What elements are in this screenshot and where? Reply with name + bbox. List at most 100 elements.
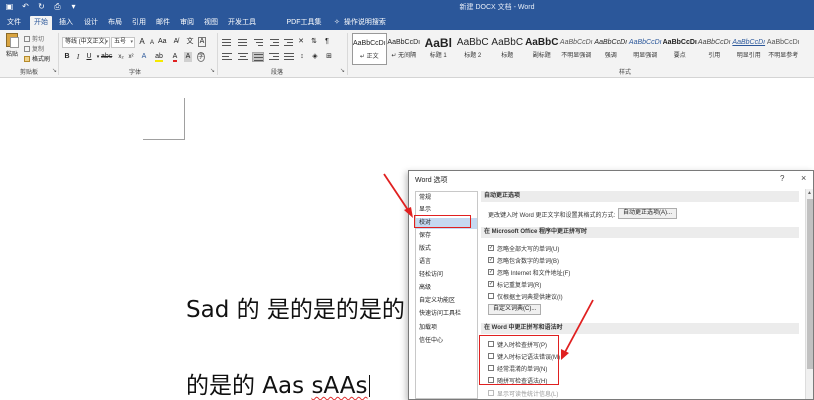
style-item[interactable]: AaBl 标题 1 [421,33,456,65]
nav-accessibility[interactable]: 轻松访问 [416,270,477,281]
help-button[interactable]: ? [780,174,784,183]
multilevel-list-icon[interactable] [253,37,265,47]
borders-icon[interactable]: ⊞ [325,52,333,62]
paste-button[interactable]: 粘贴 [4,33,20,63]
nav-save[interactable]: 保存 [416,231,477,242]
tab-developer[interactable]: 开发工具 [226,16,258,30]
line-spacing-icon[interactable]: ↕ [298,52,306,62]
asian-layout-icon[interactable]: ✕ [297,37,305,47]
underline-button[interactable]: U [85,52,93,62]
decrease-indent-icon[interactable] [269,37,281,47]
enclose-char-icon[interactable]: 字 [197,52,206,62]
align-center-icon[interactable] [237,52,249,62]
tab-layout[interactable]: 布局 [104,16,126,30]
tab-review[interactable]: 审阅 [176,16,198,30]
style-item[interactable]: AaBbCcDı 明显强调 [628,33,663,65]
bullets-icon[interactable] [221,37,233,47]
align-right-icon[interactable] [268,52,280,62]
tab-view[interactable]: 视图 [200,16,222,30]
shrink-font-button[interactable]: A [148,38,156,48]
show-marks-icon[interactable]: ¶ [323,37,331,47]
text-effects-icon[interactable]: A [140,52,148,62]
nav-advanced[interactable]: 高级 [416,283,477,294]
grow-font-button[interactable]: A [138,37,146,47]
style-item[interactable]: AaBbCcDı 不明显强调 [559,33,594,65]
justify-icon[interactable] [252,52,264,62]
checkbox-label: 仅根据主词典提供建议(I) [497,294,563,301]
style-preview: AaBbC [491,37,524,48]
bold-button[interactable]: B [63,52,71,62]
char-border-icon[interactable]: A [198,37,206,47]
lightbulb-icon: ✧ [334,19,340,26]
style-item[interactable]: AaBbC 副标题 [525,33,560,65]
tab-pdf-tools[interactable]: PDF工具集 [286,16,322,30]
tab-mailings[interactable]: 邮件 [152,16,174,30]
custom-dictionaries-button[interactable]: 自定义词典(C)... [488,304,542,315]
style-item[interactable]: AaBbCcDı 引用 [697,33,732,65]
strikethrough-icon[interactable]: abc [101,52,112,62]
superscript-icon[interactable]: x² [127,52,135,62]
ignore-internet-checkbox[interactable]: ✓ 忽略 Internet 和文件地址(F) [488,268,570,277]
phonetic-guide-icon[interactable]: 文 [186,37,194,47]
nav-typography[interactable]: 版式 [416,244,477,255]
style-item[interactable]: AaBbCcDı ↵ 无间隔 [387,33,422,65]
nav-customize-ribbon[interactable]: 自定义功能区 [416,296,477,307]
copy-button[interactable]: 复制 [24,44,44,53]
document-line-1[interactable]: Sad 的 是的是的是的 [186,290,405,324]
font-name-select[interactable]: 等线 (中文正文) ▾ [62,37,110,48]
style-item[interactable]: AaBbCcDı ↵ 正文 [352,33,387,65]
word-section-title: 在 Word 中更正拼写和语法时 [481,323,799,334]
style-preview: AaBbCcDı [697,39,731,46]
nav-language[interactable]: 语言 [416,257,477,268]
tab-home[interactable]: 开始 [30,16,52,30]
flag-repeated-checkbox[interactable]: ✓ 标记重复单词(R) [488,280,541,289]
main-dict-only-checkbox[interactable]: 仅根据主词典提供建议(I) [488,292,563,301]
italic-button[interactable]: I [74,52,82,62]
subscript-icon[interactable]: x₂ [117,52,125,62]
nav-trust-center[interactable]: 信任中心 [416,336,477,347]
group-divider [58,33,59,75]
style-item[interactable]: AaBbC 标题 [490,33,525,65]
style-item[interactable]: AaBbCcDı 明显引用 [732,33,767,65]
style-item[interactable]: AaBbCcDı 强调 [594,33,629,65]
tab-design[interactable]: 设计 [80,16,102,30]
tab-references[interactable]: 引用 [128,16,150,30]
scroll-up-icon[interactable]: ▲ [807,190,812,196]
font-size-select[interactable]: 五号 ▾ [111,37,135,48]
style-item[interactable]: AaBbCcDı 要点 [663,33,698,65]
increase-indent-icon[interactable] [283,37,295,47]
document-line-2[interactable]: 的是的 Aas sAAs [186,366,370,400]
font-launcher-icon[interactable]: ↘ [210,68,216,74]
char-shading-icon[interactable]: A [184,52,192,62]
cut-button[interactable]: 剪切 [24,34,44,43]
style-preview: AaBbCcDı [732,39,766,46]
misspelled-word[interactable]: sAAs [311,373,367,399]
ignore-numbers-checkbox[interactable]: ✓ 忽略包含数字的单词(B) [488,256,559,265]
sort-icon[interactable]: ⇅ [310,37,318,47]
paragraph-launcher-icon[interactable]: ↘ [340,68,346,74]
font-color-icon[interactable]: A [171,52,179,62]
nav-add-ins[interactable]: 加载项 [416,323,477,334]
ignore-uppercase-checkbox[interactable]: ✓ 忽略全部大写的单词(U) [488,244,559,253]
style-item[interactable]: AaBbCcDı 不明显参考 [766,33,801,65]
tab-insert[interactable]: 插入 [55,16,77,30]
highlight-color-icon[interactable]: ab [155,52,163,62]
nav-general[interactable]: 常规 [416,193,477,204]
numbering-icon[interactable] [237,37,249,47]
change-case-icon[interactable]: Aa [158,37,167,47]
nav-quick-access[interactable]: 快速访问工具栏 [416,309,477,320]
readability-stats-checkbox[interactable]: 显示可读性统计信息(L) [488,389,558,398]
close-button[interactable]: × [801,173,806,183]
tab-file[interactable]: 文件 [2,16,26,30]
clear-format-icon[interactable]: A̸ [172,37,180,47]
format-painter-button[interactable]: 格式刷 [24,54,50,63]
dialog-scrollbar[interactable]: ▲ [805,189,813,399]
distributed-icon[interactable] [283,52,295,62]
tell-me-search[interactable]: ✧ 操作说明搜索 [334,16,386,30]
clipboard-group-label: 剪贴板 [19,70,38,76]
scroll-thumb[interactable] [807,199,813,369]
shading-icon[interactable]: ◈ [311,52,319,62]
autocorrect-options-button[interactable]: 自动更正选项(A)... [618,208,677,219]
style-item[interactable]: AaBbC 标题 2 [456,33,491,65]
align-left-icon[interactable] [221,52,233,62]
